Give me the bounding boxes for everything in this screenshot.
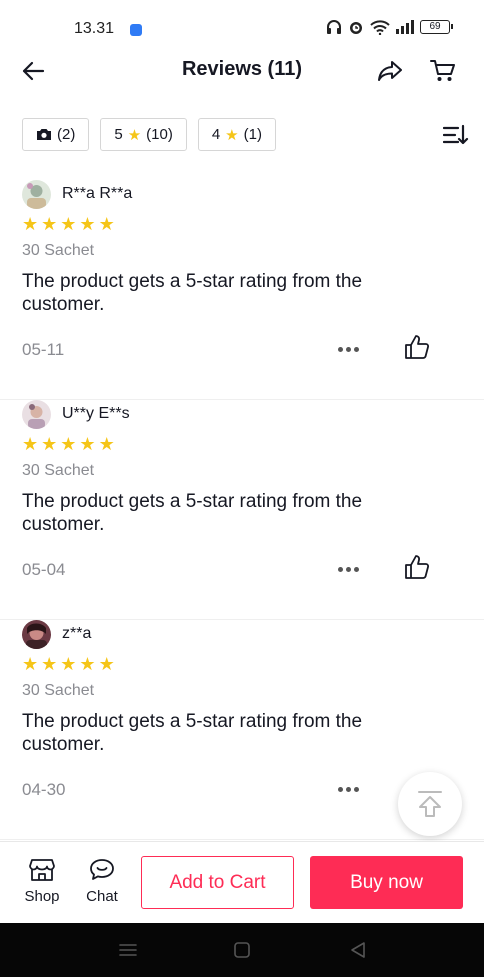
review-username: R**a R**a <box>62 185 133 202</box>
add-to-cart-button[interactable]: Add to Cart <box>141 856 294 909</box>
status-bar: 13.31 69 <box>0 0 484 44</box>
review-date: 05-11 <box>22 340 65 359</box>
triangle-back-icon <box>351 942 365 958</box>
review-username: U**y E**s <box>62 405 130 422</box>
avatar[interactable] <box>22 620 51 649</box>
sort-button[interactable] <box>442 122 470 148</box>
filter-5-count: (10) <box>146 126 173 143</box>
status-time: 13.31 <box>74 20 115 37</box>
shop-icon <box>29 859 55 881</box>
filter-stars-value: 5 <box>114 126 123 143</box>
filter-stars-value: 4 <box>211 126 221 143</box>
avatar[interactable] <box>22 180 51 209</box>
home-button[interactable] <box>228 937 256 963</box>
more-options-button[interactable] <box>335 560 361 578</box>
headphones-icon <box>327 20 341 34</box>
avatar-image <box>22 180 51 209</box>
review-variant: 30 Sachet <box>22 682 95 699</box>
avatar[interactable] <box>22 400 51 429</box>
filter-5-stars[interactable]: 5 ★ (10) <box>100 118 187 151</box>
chat-label: Chat <box>86 888 118 905</box>
more-options-button[interactable] <box>335 340 361 358</box>
camera-icon <box>37 129 51 140</box>
recent-apps-button[interactable] <box>114 937 142 963</box>
system-navigation-bar <box>0 923 484 977</box>
review-date: 05-04 <box>22 560 66 579</box>
star-icon: ★ <box>225 126 239 144</box>
review-variant: 30 Sachet <box>22 462 95 479</box>
signal-icon <box>396 20 414 34</box>
filter-photos-count: (2) <box>57 126 76 143</box>
like-button[interactable] <box>404 554 430 580</box>
cart-button[interactable] <box>426 56 460 86</box>
rating-stars: ★ ★ ★ ★ ★ <box>22 214 115 234</box>
bottom-action-bar: Shop Chat Add to Cart Buy now <box>0 841 484 923</box>
star-icon: ★ <box>127 126 142 144</box>
filter-4-count: (1) <box>243 126 262 143</box>
review-date: 04-30 <box>22 780 66 799</box>
filter-bar: (2) 5 ★ (10) 4 ★ (1) <box>22 118 276 151</box>
more-options-button[interactable] <box>335 780 361 798</box>
review-text: The product gets a 5-star rating from th… <box>22 491 363 535</box>
shop-button[interactable]: Shop <box>22 858 62 905</box>
like-button[interactable] <box>404 334 430 360</box>
buy-now-button[interactable]: Buy now <box>310 856 463 909</box>
avatar-image <box>22 400 51 429</box>
share-button[interactable] <box>372 56 408 86</box>
home-square-icon <box>234 942 250 958</box>
system-back-button[interactable] <box>344 937 372 963</box>
header: Reviews (11) <box>0 48 484 94</box>
review-username: z**a <box>62 625 92 642</box>
rating-stars: ★ ★ ★ ★ ★ <box>22 654 115 674</box>
sort-icon <box>443 124 469 145</box>
status-icons: 69 <box>326 19 453 35</box>
review-item: U**y E**s ★ ★ ★ ★ ★ 30 Sachet The product ge… <box>0 400 484 620</box>
share-icon <box>378 61 402 81</box>
chat-icon <box>90 859 114 880</box>
shop-label: Shop <box>24 888 60 905</box>
app-notification-icon <box>130 24 142 36</box>
avatar-image <box>22 620 51 649</box>
filter-4-stars[interactable]: 4 ★ (1) <box>197 118 276 151</box>
scroll-to-top-button[interactable] <box>398 772 462 836</box>
wifi-icon <box>370 19 390 35</box>
cart-icon <box>430 60 455 81</box>
review-text: The product gets a 5-star rating from th… <box>22 271 363 315</box>
rating-stars: ★ ★ ★ ★ ★ <box>22 434 115 454</box>
thumbs-up-icon <box>405 335 430 359</box>
alarm-icon <box>350 22 362 34</box>
menu-icon <box>119 944 137 956</box>
thumbs-up-icon <box>405 555 430 579</box>
review-variant: 30 Sachet <box>22 242 95 259</box>
review-text: The product gets a 5-star rating from th… <box>22 711 363 755</box>
battery-indicator: 69 <box>420 20 453 34</box>
arrow-up-icon <box>418 791 442 817</box>
review-item: R**a R**a ★ ★ ★ ★ ★ 30 Sachet The product ge… <box>0 180 484 400</box>
page-title: Reviews (11) <box>181 58 303 80</box>
filter-photos[interactable]: (2) <box>22 118 90 151</box>
chat-button[interactable]: Chat <box>82 858 122 905</box>
